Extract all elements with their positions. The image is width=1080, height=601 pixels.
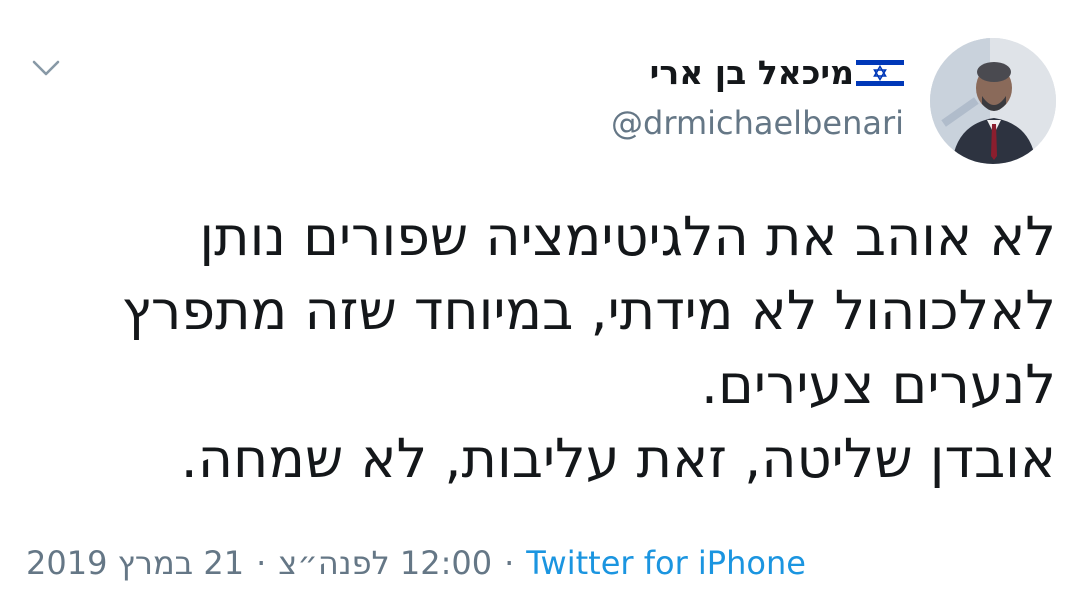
tweet-metadata: 21 במרץ 2019 · 12:00 לפנה״צ · Twitter fo… <box>26 540 806 586</box>
display-name[interactable]: מיכאל בן ארי <box>650 50 854 96</box>
tweet-line: לנערים צעירים. <box>700 353 1056 416</box>
display-name-row[interactable]: מיכאל בן ארי <box>650 50 904 96</box>
tweet-date: 21 במרץ 2019 <box>26 544 245 582</box>
israel-flag-icon <box>856 57 904 89</box>
separator-dot: · <box>504 544 515 582</box>
user-handle[interactable]: @drmichaelbenari <box>611 100 904 146</box>
tweet-line: לאלכוהול לא מידתי, במיוחד שזה מתפרץ <box>121 279 1056 342</box>
tweet-line: לא אוהב את הלגיטימציה שפורים נותן <box>199 205 1056 268</box>
tweet-source-link[interactable]: Twitter for iPhone <box>526 544 806 582</box>
chevron-down-icon[interactable] <box>30 56 62 80</box>
tweet-time: 12:00 לפנה״צ <box>278 544 493 582</box>
tweet-line: אובדן שליטה, זאת עליבות, לא שמחה. <box>180 427 1056 490</box>
separator-dot: · <box>256 544 267 582</box>
tweet-text: לא אוהב את הלגיטימציה שפורים נותן לאלכוה… <box>16 200 1056 496</box>
avatar[interactable] <box>930 38 1056 164</box>
